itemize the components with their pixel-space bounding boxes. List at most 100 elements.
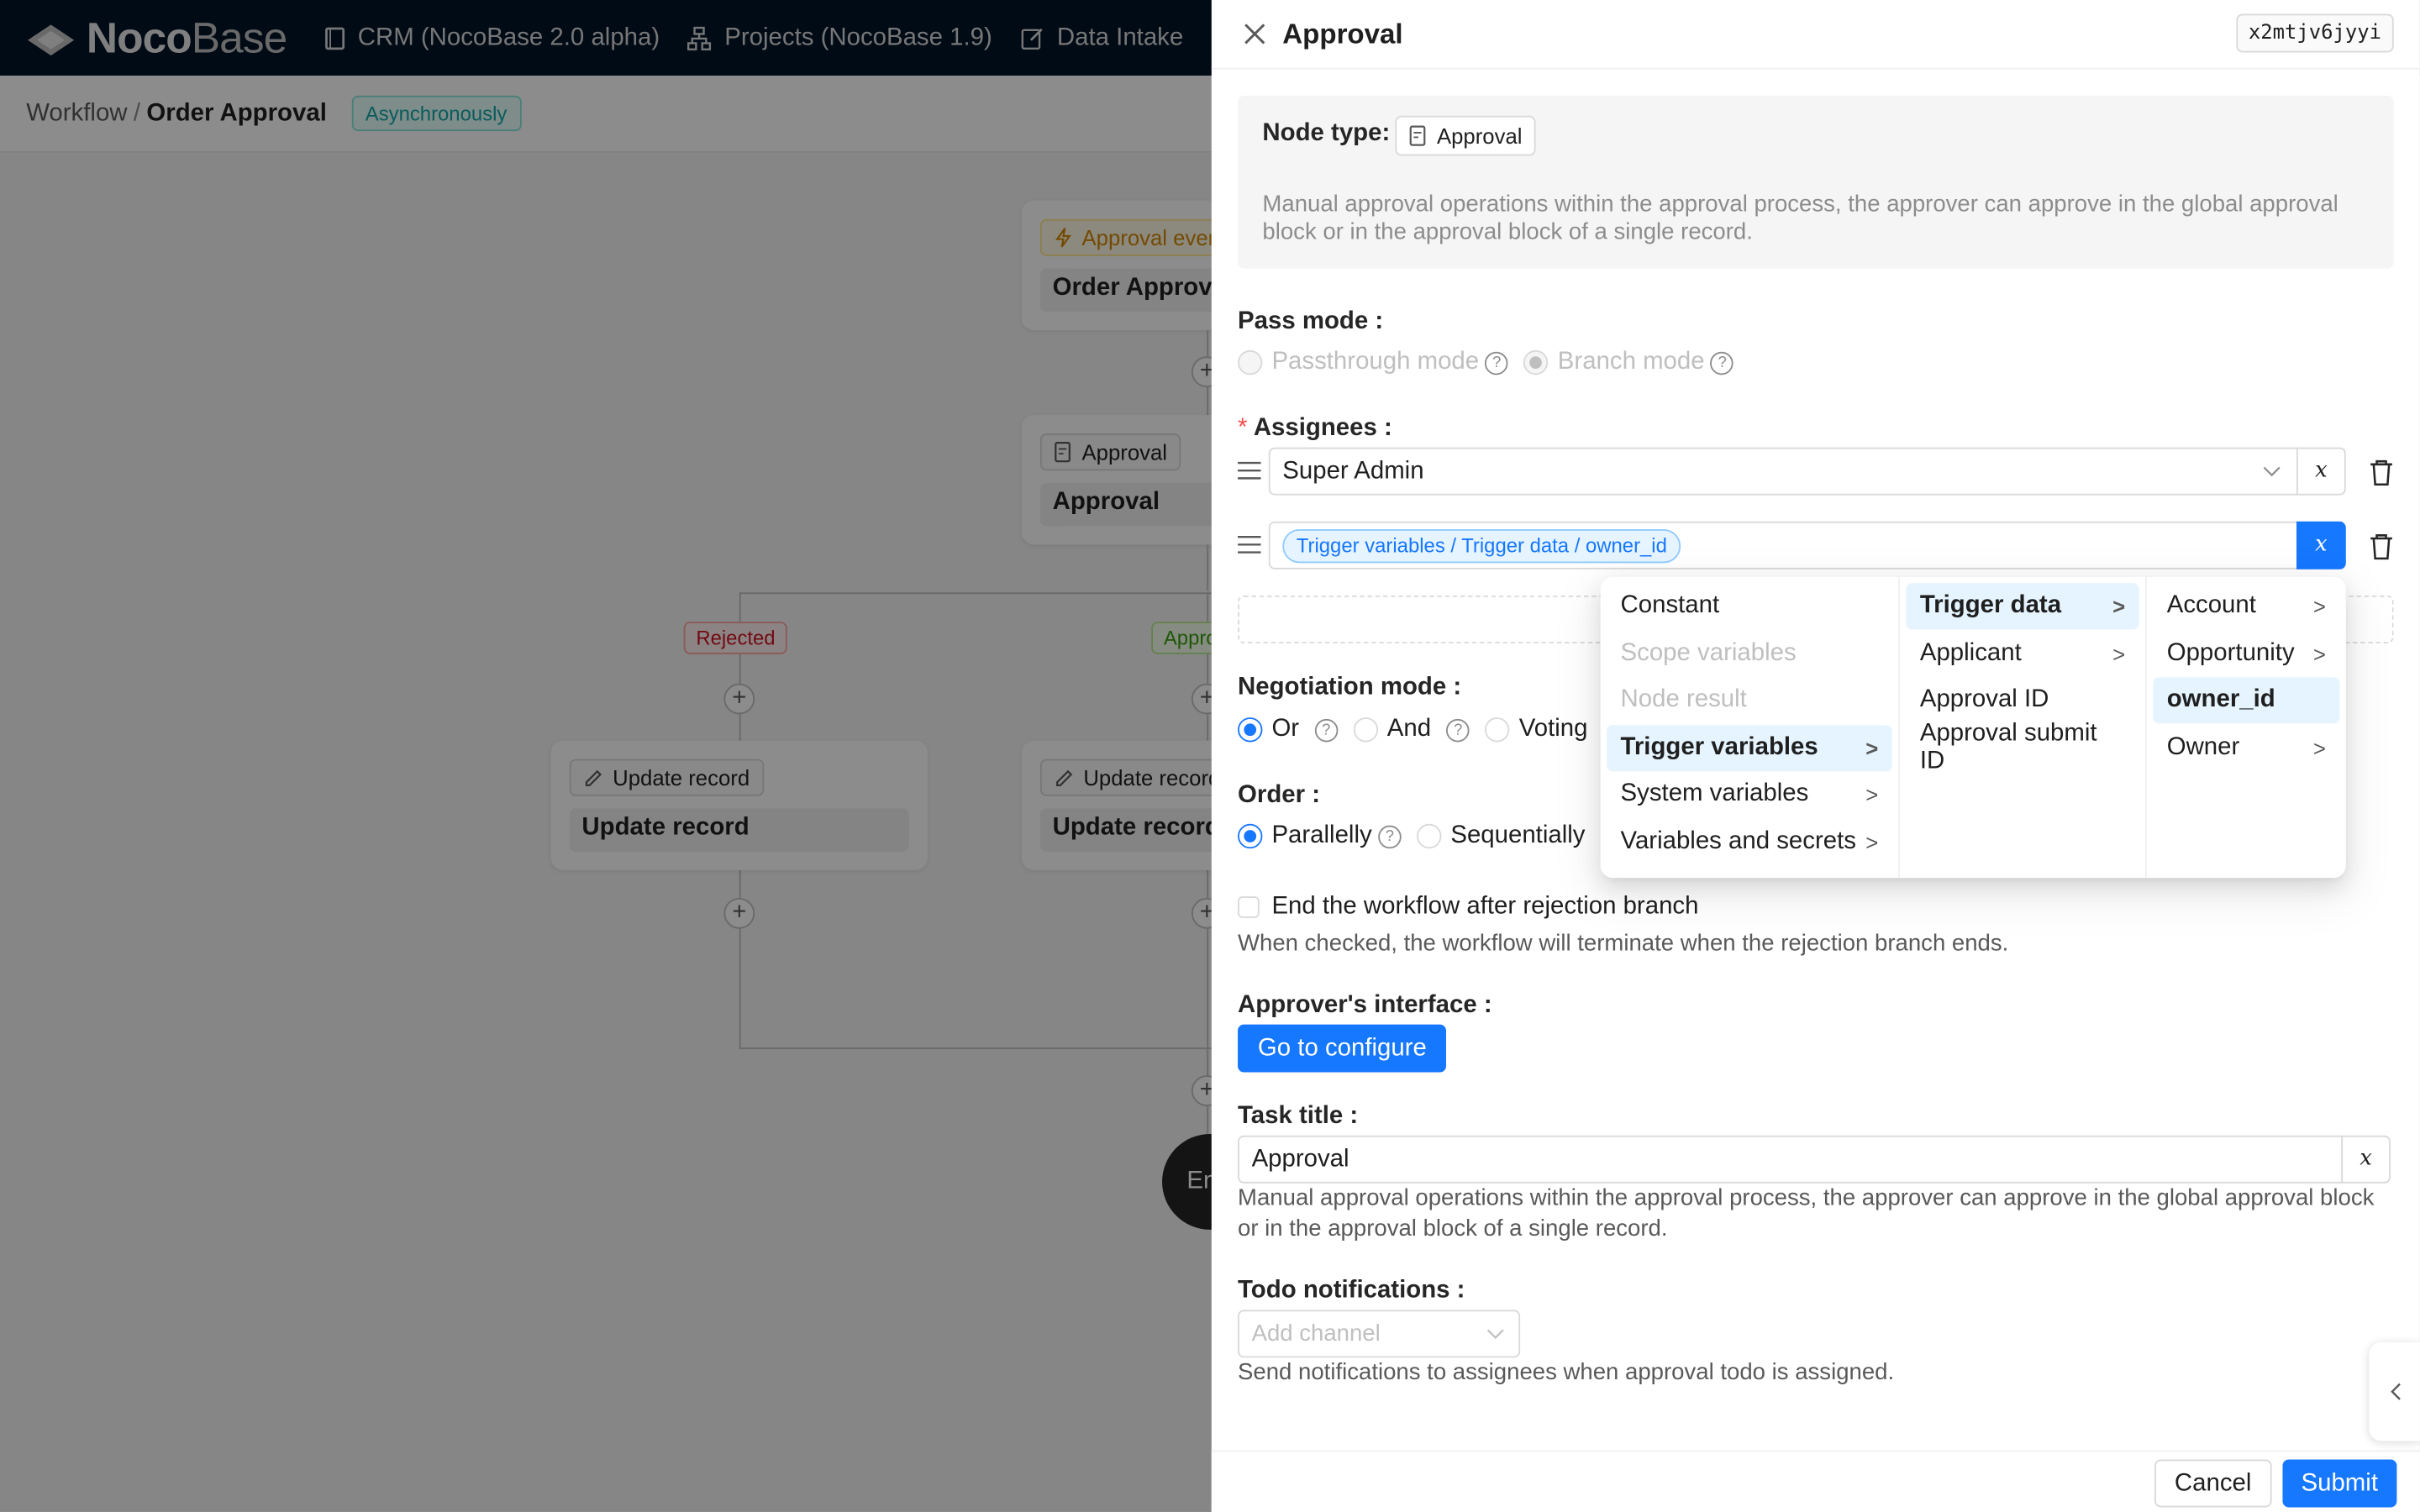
- negotiation-or[interactable]: Or ?: [1238, 716, 1339, 743]
- checkbox[interactable]: [1238, 896, 1260, 918]
- radio-label: Passthrough mode: [1271, 349, 1480, 375]
- radio: [1238, 349, 1263, 375]
- radio: [1485, 717, 1510, 743]
- chevron-right-icon: >: [2312, 594, 2326, 619]
- approver-interface-label: Approver's interface :: [1238, 991, 1492, 1019]
- drawer-footer: Cancel Submit: [1211, 1450, 2420, 1512]
- pass-mode-branch: Branch mode ?: [1523, 349, 1734, 376]
- submit-button[interactable]: Submit: [2282, 1459, 2397, 1508]
- chevron-left-icon: [2390, 1383, 2400, 1400]
- radio: [1238, 717, 1263, 743]
- help-icon[interactable]: ?: [1485, 350, 1509, 375]
- cascader-item-trigger-data[interactable]: Trigger data >: [1906, 583, 2139, 630]
- variable-button[interactable]: x: [2341, 1135, 2391, 1184]
- cascader-item-applicant[interactable]: Applicant >: [1906, 630, 2139, 676]
- assignees-label: * Assignees :: [1238, 415, 1392, 442]
- radio: [1353, 717, 1378, 743]
- assignee-select-2[interactable]: Trigger variables / Trigger data / owner…: [1268, 521, 2298, 570]
- node-type-label: Node type:: [1262, 120, 1391, 147]
- cascader-item-account[interactable]: Account >: [2153, 583, 2339, 629]
- pass-mode-passthrough: Passthrough mode ?: [1238, 349, 1509, 376]
- cascader-item-approval-id[interactable]: Approval ID: [1906, 677, 2139, 723]
- order-parallelly[interactable]: Parallelly ?: [1238, 822, 1402, 850]
- negotiation-and[interactable]: And ?: [1353, 716, 1470, 743]
- cascader-item-system-variables[interactable]: System variables >: [1607, 771, 1892, 817]
- cascader-item-approval-submit-id[interactable]: Approval submit ID: [1906, 720, 2139, 774]
- node-type-info: Node type: Approval Manual approval oper…: [1238, 95, 2394, 269]
- cascader-column-1: Constant Scope variables Node result Tri…: [1601, 576, 1900, 879]
- variable-tag[interactable]: Trigger variables / Trigger data / owner…: [1282, 528, 1681, 563]
- chevron-down-icon: [2263, 466, 2281, 477]
- order-label: Order :: [1238, 782, 1321, 809]
- checkbox-label: End the workflow after rejection branch: [1271, 893, 1699, 920]
- todo-notifications-label: Todo notifications :: [1238, 1277, 1465, 1305]
- drag-handle-icon[interactable]: [1238, 461, 1261, 480]
- chevron-right-icon: >: [1865, 829, 1879, 854]
- delete-icon[interactable]: [2369, 458, 2393, 486]
- cascader-item-owner[interactable]: Owner >: [2153, 724, 2339, 770]
- chevron-right-icon: >: [2312, 735, 2326, 760]
- variable-button[interactable]: x: [2296, 447, 2346, 496]
- negotiation-radio-group: Or ? And ? Voting: [1238, 716, 1603, 743]
- radio-label: Parallelly: [1271, 822, 1372, 849]
- help-icon[interactable]: ?: [1314, 717, 1339, 742]
- approval-icon: [1409, 125, 1426, 146]
- assignee-select-1[interactable]: Super Admin: [1268, 447, 2298, 496]
- order-sequentially[interactable]: Sequentially: [1416, 822, 1586, 850]
- chevron-down-icon: [1486, 1329, 1504, 1339]
- delete-icon[interactable]: [2369, 533, 2393, 560]
- drawer-title: Approval: [1282, 18, 1403, 49]
- cascader-item-node-result: Node result: [1620, 686, 1747, 713]
- cascader-item-constant[interactable]: Constant: [1607, 583, 1892, 629]
- task-title-input[interactable]: Approval: [1238, 1135, 2344, 1184]
- node-type-description: Manual approval operations within the ap…: [1262, 191, 2338, 246]
- cascader-column-3: Account > Opportunity > owner_id Owner >: [2147, 577, 2346, 878]
- node-type-tag: Approval: [1395, 115, 1537, 156]
- radio-label: Branch mode: [1557, 349, 1705, 375]
- chevron-right-icon: >: [1865, 782, 1879, 807]
- radio-label: Or: [1271, 716, 1300, 743]
- collapse-panel-button[interactable]: [2369, 1341, 2420, 1441]
- radio: [1416, 823, 1442, 849]
- chevron-right-icon: >: [2112, 594, 2126, 619]
- help-icon[interactable]: ?: [1378, 824, 1402, 848]
- cancel-button[interactable]: Cancel: [2154, 1459, 2272, 1508]
- todo-help: Send notifications to assignees when app…: [1238, 1359, 1895, 1386]
- drawer-header: Approval x2mtjv6jyyi: [1211, 0, 2420, 70]
- end-workflow-checkbox[interactable]: End the workflow after rejection branch: [1238, 893, 1698, 921]
- go-to-configure-button[interactable]: Go to configure: [1238, 1024, 1447, 1073]
- radio-label: And: [1386, 716, 1432, 743]
- task-title-help: Manual approval operations within the ap…: [1238, 1184, 2375, 1242]
- pass-mode-radio-group: Passthrough mode ? Branch mode ?: [1238, 349, 1749, 376]
- cascader-item-opportunity[interactable]: Opportunity >: [2153, 630, 2339, 676]
- chevron-right-icon: >: [2312, 641, 2326, 666]
- assignee-value: Super Admin: [1282, 457, 1424, 484]
- node-key-badge: x2mtjv6jyyi: [2236, 13, 2394, 53]
- node-type-value: Approval: [1436, 123, 1523, 149]
- variable-button-active[interactable]: x: [2296, 521, 2346, 570]
- radio-label: Voting: [1518, 716, 1588, 743]
- cascader-item-owner-id[interactable]: owner_id: [2153, 677, 2340, 724]
- negotiation-mode-label: Negotiation mode :: [1238, 674, 1462, 701]
- end-workflow-help: When checked, the workflow will terminat…: [1238, 930, 2009, 957]
- variable-cascader-dropdown: Constant Scope variables Node result Tri…: [1600, 576, 2346, 879]
- chevron-right-icon: >: [1865, 735, 1879, 760]
- cascader-item-variables-secrets[interactable]: Variables and secrets >: [1607, 818, 1892, 864]
- help-icon[interactable]: ?: [1446, 717, 1470, 742]
- radio-label: Sequentially: [1450, 822, 1586, 849]
- add-channel-select[interactable]: Add channel: [1238, 1310, 1521, 1358]
- close-icon[interactable]: [1243, 22, 1267, 46]
- channel-placeholder: Add channel: [1251, 1320, 1381, 1347]
- cascader-item-trigger-variables[interactable]: Trigger variables >: [1607, 724, 1892, 771]
- task-title-label: Task title :: [1238, 1103, 1359, 1130]
- pass-mode-label: Pass mode :: [1238, 308, 1384, 335]
- cascader-item-scope-variables: Scope variables: [1620, 639, 1797, 666]
- order-radio-group: Parallelly ? Sequentially: [1238, 822, 1601, 850]
- help-icon[interactable]: ?: [1710, 350, 1734, 375]
- chevron-right-icon: >: [2112, 641, 2126, 666]
- radio: [1238, 823, 1263, 849]
- negotiation-voting[interactable]: Voting: [1485, 716, 1587, 743]
- drag-handle-icon[interactable]: [1238, 535, 1261, 554]
- cascader-column-2: Trigger data > Applicant > Approval ID App…: [1900, 576, 2147, 879]
- radio: [1523, 349, 1549, 375]
